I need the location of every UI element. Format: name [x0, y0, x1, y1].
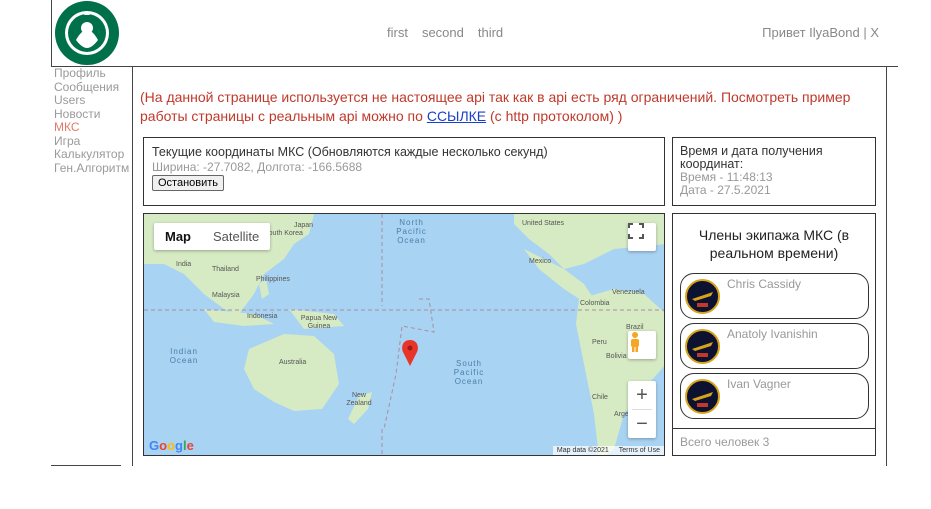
divider: [673, 428, 875, 429]
google-logo-letter: G: [149, 438, 160, 453]
map-type-satellite-button[interactable]: Satellite: [202, 223, 270, 250]
map-label-united-states: United States: [522, 220, 565, 227]
coordinates-title: Текущие координаты МКС (Обновляются кажд…: [152, 145, 548, 159]
sidebar: Профиль Сообщения Users Новости МКС Игра…: [54, 66, 129, 176]
terms-link[interactable]: Terms of Use: [619, 447, 660, 454]
crew-member: Anatoly Ivanishin: [680, 323, 869, 369]
google-logo-letter: g: [175, 438, 183, 453]
map-canvas: [144, 214, 664, 455]
coordinates-values: Ширина: -27.7082, Долгота: -166.5688: [152, 160, 363, 174]
map-label-australia: Australia: [279, 359, 307, 366]
crew-member-name: Ivan Vagner: [727, 377, 791, 391]
map-type-map-button[interactable]: Map: [154, 223, 202, 250]
crew-title: Члены экипажа МКС (в реальном времени): [698, 227, 850, 261]
fullscreen-button[interactable]: [628, 223, 656, 251]
crew-member: Ivan Vagner: [680, 373, 869, 419]
notice-link[interactable]: ССЫЛКЕ: [427, 108, 486, 124]
map-attribution: Map data ©2021 Terms of Use: [552, 446, 664, 455]
mission-patch-image: [692, 392, 713, 407]
divider: [132, 66, 898, 67]
sidebar-item-news[interactable]: Новости: [54, 107, 129, 122]
sidebar-item-genetic-algorithm[interactable]: Ген.Алгоритм: [54, 161, 129, 176]
map-data-label: Map data ©2021: [556, 447, 609, 454]
mission-patch-icon: [685, 329, 720, 364]
map-label-thailand: Thailand: [212, 266, 239, 273]
google-logo-letter: e: [186, 438, 194, 453]
sidebar-item-messages[interactable]: Сообщения: [54, 80, 129, 95]
nav-link-third[interactable]: third: [478, 25, 503, 40]
sidebar-item-iss[interactable]: МКС: [54, 120, 129, 135]
notice-text-end: (с http протоколом) ): [486, 108, 623, 124]
zoom-controls: + −: [628, 381, 656, 438]
crew-total: Всего человек 3: [680, 435, 770, 449]
stop-button[interactable]: Остановить: [152, 175, 225, 191]
top-nav: first second third: [387, 25, 503, 40]
map-label-chile: Chile: [592, 394, 608, 401]
time-title: Время и дата получения координат:: [680, 144, 823, 171]
map-label-indian-ocean: Indian Ocean: [169, 347, 199, 365]
divider: [51, 0, 52, 66]
crew-member-name: Anatoly Ivanishin: [727, 327, 818, 341]
map-label-venezuela: Venezuela: [612, 289, 645, 296]
crew-member-name: Chris Cassidy: [727, 277, 802, 291]
sidebar-item-game[interactable]: Игра: [54, 134, 129, 149]
map-label-mexico: Mexico: [529, 258, 552, 265]
map-label-bolivia: Bolivia: [606, 353, 627, 360]
sidebar-item-calculator[interactable]: Калькулятор: [54, 147, 129, 162]
map[interactable]: Japan South Korea India Thailand Philipp…: [143, 213, 665, 456]
divider: [886, 66, 887, 466]
pegman-icon: [631, 332, 639, 352]
divider: [132, 66, 133, 466]
google-logo-letter: o: [167, 438, 176, 453]
logo[interactable]: [54, 0, 120, 66]
nav-link-first[interactable]: first: [387, 25, 408, 40]
crew-card: Члены экипажа МКС (в реальном времени) C…: [672, 213, 876, 456]
date-value: Дата - 27.5.2021: [680, 183, 771, 197]
sidebar-item-users[interactable]: Users: [54, 93, 129, 108]
map-label-south-pacific: South Pacific Ocean: [453, 359, 485, 386]
user-greeting[interactable]: Привет IlyaBond | X: [762, 25, 879, 40]
mission-patch-icon: [685, 379, 720, 414]
map-label-peru: Peru: [592, 339, 607, 346]
google-logo-letter: o: [159, 438, 168, 453]
map-label-japan: Japan: [294, 222, 314, 229]
map-label-png: Papua New Guinea: [300, 315, 338, 330]
map-label-colombia: Colombia: [580, 300, 610, 307]
zoom-out-button[interactable]: −: [628, 410, 656, 438]
map-label-north-pacific: North Pacific Ocean: [396, 218, 427, 245]
street-view-button[interactable]: [628, 331, 656, 359]
sidebar-item-profile[interactable]: Профиль: [54, 66, 129, 81]
fullscreen-icon: [628, 223, 644, 239]
map-label-malaysia: Malaysia: [212, 292, 240, 299]
mission-patch-image: [692, 292, 713, 307]
mission-patch-icon: [685, 279, 720, 314]
map-label-new-zealand: New Zealand: [346, 392, 372, 407]
time-card: Время и дата получения координат: Время …: [672, 137, 876, 206]
api-notice: (На данной странице используется не наст…: [140, 88, 885, 126]
google-logo: Google: [149, 438, 194, 453]
crew-member: Chris Cassidy: [680, 273, 869, 319]
map-label-india: India: [176, 261, 192, 268]
map-label-indonesia: Indonesia: [247, 313, 278, 320]
mission-patch-image: [692, 342, 713, 357]
logo-image: [55, 1, 119, 65]
coordinates-card: Текущие координаты МКС (Обновляются кажд…: [143, 137, 665, 206]
map-label-philippines: Philippines: [256, 276, 290, 283]
map-type-toggle: Map Satellite: [154, 223, 271, 250]
zoom-in-button[interactable]: +: [628, 381, 656, 409]
divider: [51, 465, 121, 466]
map-label-brazil: Brazil: [626, 324, 644, 331]
nav-link-second[interactable]: second: [422, 25, 464, 40]
